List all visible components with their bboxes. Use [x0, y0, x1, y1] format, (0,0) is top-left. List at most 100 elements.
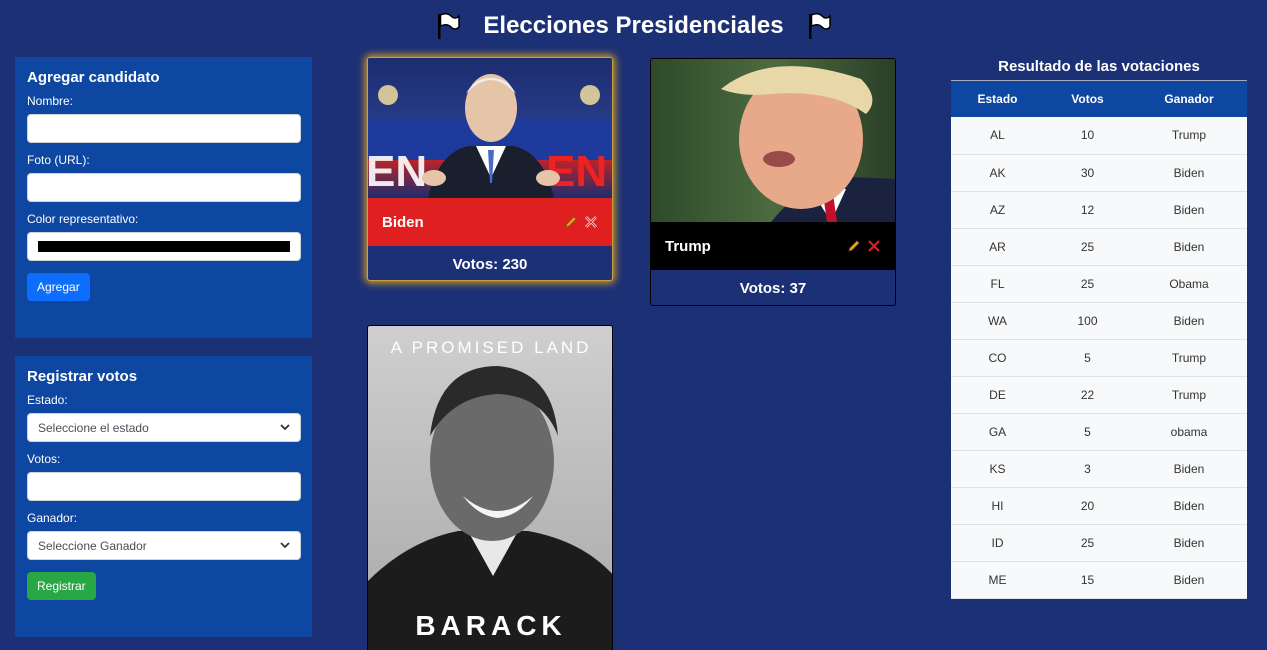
page-header: Elecciones Presidenciales	[0, 8, 1267, 44]
column-header-state: Estado	[977, 92, 1018, 106]
candidate-card-trump: Trump Votos: 37	[650, 58, 896, 306]
page-title: Elecciones Presidenciales	[483, 12, 784, 39]
svg-text:EN: EN	[546, 147, 607, 196]
cell-votes: 3	[1084, 461, 1091, 476]
candidate-photo-obama: A PROMISED LAND BARACK	[368, 326, 612, 650]
candidate-card-obama: A PROMISED LAND BARACK	[367, 325, 613, 650]
state-select-value: Seleccione el estado	[38, 420, 149, 435]
cell-winner: Trump	[1171, 350, 1207, 365]
flag-icon	[438, 12, 461, 39]
svg-text:EN: EN	[368, 147, 427, 196]
state-select[interactable]: Seleccione el estado	[27, 413, 301, 442]
cell-state: FL	[990, 276, 1005, 291]
results-table: Estado Votos Ganador AL 10 Trump AK 30 Biden A…	[951, 81, 1247, 599]
name-input[interactable]	[27, 114, 301, 143]
cell-state: ID	[991, 535, 1004, 550]
name-label: Nombre:	[27, 94, 74, 108]
cell-winner: Obama	[1169, 276, 1209, 291]
cell-winner: Biden	[1173, 535, 1205, 550]
cell-winner: Biden	[1173, 572, 1205, 587]
candidate-votes: Votos: 37	[739, 279, 807, 297]
cell-votes: 25	[1080, 535, 1095, 550]
table-row: AR 25 Biden	[951, 228, 1247, 265]
table-row: GA 5 obama	[951, 413, 1247, 450]
register-votes-button[interactable]: Registrar	[27, 572, 96, 600]
candidate-name: Biden	[382, 213, 424, 231]
candidate-name: Trump	[665, 237, 711, 255]
winner-label: Ganador:	[27, 511, 78, 525]
add-candidate-form: Agregar candidato Nombre: Foto (URL): Co…	[15, 57, 312, 338]
table-row: AL 10 Trump	[951, 117, 1247, 154]
winner-select[interactable]: Seleccione Ganador	[27, 531, 301, 560]
chevron-down-icon	[280, 424, 290, 431]
table-row: WA 100 Biden	[951, 302, 1247, 339]
candidate-photo-trump	[651, 59, 895, 222]
add-candidate-button[interactable]: Agregar	[27, 273, 90, 301]
photo-url-input[interactable]	[27, 173, 301, 202]
cell-winner: Biden	[1173, 239, 1205, 254]
winner-select-value: Seleccione Ganador	[38, 538, 147, 553]
add-candidate-title: Agregar candidato	[27, 69, 160, 86]
votes-input[interactable]	[27, 472, 301, 501]
state-label: Estado:	[27, 393, 68, 407]
cell-state: AL	[990, 128, 1005, 143]
cell-state: ME	[988, 572, 1007, 587]
obama-photo-illustration	[368, 366, 612, 650]
color-label: Color representativo:	[27, 212, 139, 226]
cell-winner: Biden	[1173, 461, 1205, 476]
table-row: AK 30 Biden	[951, 154, 1247, 191]
cell-state: HI	[991, 498, 1004, 513]
cell-winner: obama	[1170, 424, 1208, 439]
cell-state: KS	[989, 461, 1006, 476]
table-row: DE 22 Trump	[951, 376, 1247, 413]
trump-photo-illustration	[721, 66, 895, 222]
cell-votes: 5	[1084, 350, 1091, 365]
cell-votes: 30	[1080, 165, 1095, 180]
cell-state: GA	[988, 424, 1007, 439]
register-votes-form: Registrar votos Estado: Seleccione el es…	[15, 356, 312, 637]
table-row: CO 5 Trump	[951, 339, 1247, 376]
cell-votes: 20	[1080, 498, 1095, 513]
table-row: HI 20 Biden	[951, 487, 1247, 524]
candidate-namebar-biden: Biden	[368, 198, 612, 246]
pencil-icon[interactable]	[564, 215, 578, 229]
cell-state: CO	[988, 350, 1007, 365]
cell-winner: Trump	[1171, 387, 1207, 402]
pencil-icon[interactable]	[847, 239, 861, 253]
table-header-row: Estado Votos Ganador	[951, 81, 1247, 117]
close-icon[interactable]	[867, 239, 881, 253]
cell-state: AZ	[989, 202, 1006, 217]
cell-votes: 25	[1080, 276, 1095, 291]
candidate-photo-biden: EN EN	[368, 58, 612, 198]
cell-state: DE	[989, 387, 1006, 402]
votes-label: Votos:	[27, 452, 61, 466]
cell-winner: Biden	[1173, 498, 1205, 513]
photo-url-label: Foto (URL):	[27, 153, 90, 167]
candidate-votes: Votos: 230	[452, 255, 528, 273]
results-title: Resultado de las votaciones	[951, 56, 1247, 81]
column-header-votes: Votos	[1071, 92, 1104, 106]
cell-votes: 15	[1080, 572, 1095, 587]
candidate-namebar-trump: Trump	[651, 222, 895, 270]
cell-winner: Biden	[1173, 165, 1205, 180]
results-table-body: AL 10 Trump AK 30 Biden AZ 12 Biden AR 25 Biden FL 25…	[951, 117, 1247, 598]
cell-votes: 5	[1084, 424, 1091, 439]
results-panel: Resultado de las votaciones Estado Votos…	[951, 56, 1247, 599]
table-row: FL 25 Obama	[951, 265, 1247, 302]
flag-icon	[808, 12, 831, 39]
close-icon[interactable]	[584, 215, 598, 229]
book-title-bottom: BARACK	[415, 610, 567, 641]
table-row: KS 3 Biden	[951, 450, 1247, 487]
color-swatch	[38, 241, 290, 252]
chevron-down-icon	[280, 542, 290, 549]
cell-winner: Biden	[1173, 313, 1205, 328]
cell-state: AR	[989, 239, 1006, 254]
cell-votes: 25	[1080, 239, 1095, 254]
table-row: ID 25 Biden	[951, 524, 1247, 561]
cell-votes: 100	[1077, 313, 1098, 328]
table-row: ME 15 Biden	[951, 561, 1247, 598]
column-header-winner: Ganador	[1164, 92, 1214, 106]
cell-votes: 10	[1080, 128, 1095, 143]
color-picker[interactable]	[27, 232, 301, 261]
biden-photo-illustration: EN EN	[368, 74, 612, 198]
